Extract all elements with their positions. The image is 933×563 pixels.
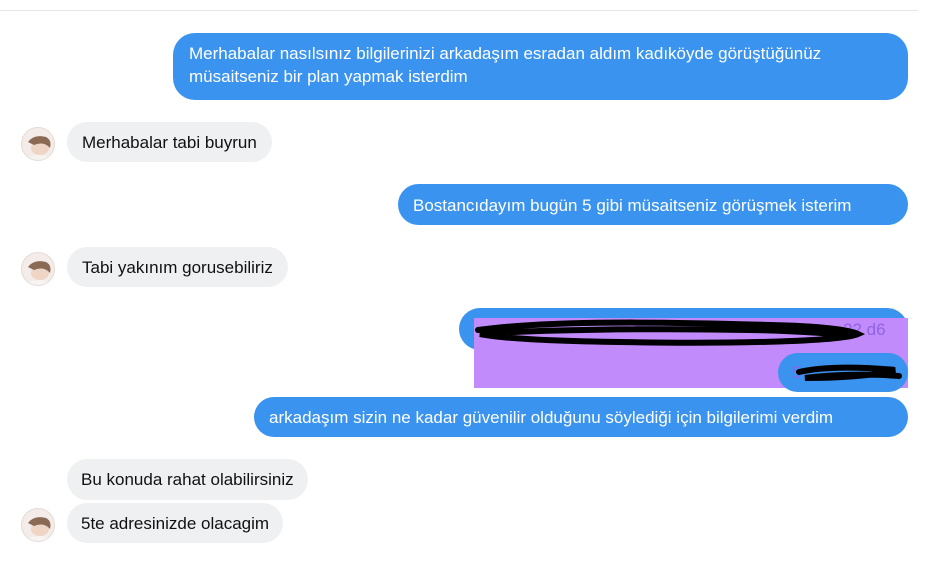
incoming-message[interactable]: Merhabalar tabi buyrun bbox=[67, 122, 272, 162]
message-text: 5te adresinizde olacagim bbox=[81, 514, 270, 533]
message-text-line: Merhabalar nasılsınız bilgilerinizi arka… bbox=[189, 44, 822, 63]
outgoing-message[interactable]: Merhabalar nasılsınız bilgilerinizi arka… bbox=[173, 33, 908, 100]
message-text: arkadaşım sizin ne kadar güvenilir olduğ… bbox=[269, 408, 834, 427]
outgoing-message[interactable]: Bostancıdayım bugün 5 gibi müsaitseniz g… bbox=[398, 184, 908, 225]
contact-avatar-icon[interactable] bbox=[21, 127, 55, 161]
incoming-message[interactable]: Bu konuda rahat olabilirsiniz bbox=[67, 459, 308, 500]
message-text: Merhabalar tabi buyrun bbox=[82, 133, 257, 152]
contact-avatar-icon[interactable] bbox=[21, 252, 55, 286]
message-text: Bostancıdayım bugün 5 gibi müsaitseniz g… bbox=[413, 196, 852, 215]
top-divider bbox=[0, 10, 918, 11]
message-text: Tabi yakınım gorusebiliriz bbox=[82, 258, 273, 277]
redaction-scribble bbox=[475, 319, 866, 346]
redaction-scribble bbox=[796, 364, 902, 381]
incoming-message[interactable]: 5te adresinizde olacagim bbox=[67, 503, 284, 543]
contact-avatar-icon[interactable] bbox=[21, 508, 55, 542]
incoming-message[interactable]: Tabi yakınım gorusebiliriz bbox=[67, 247, 288, 287]
outgoing-message[interactable]: arkadaşım sizin ne kadar güvenilir olduğ… bbox=[254, 397, 908, 437]
message-text-line: müsaitseniz bir plan yapmak isterdim bbox=[189, 67, 468, 86]
message-text: Bu konuda rahat olabilirsiniz bbox=[81, 470, 294, 489]
